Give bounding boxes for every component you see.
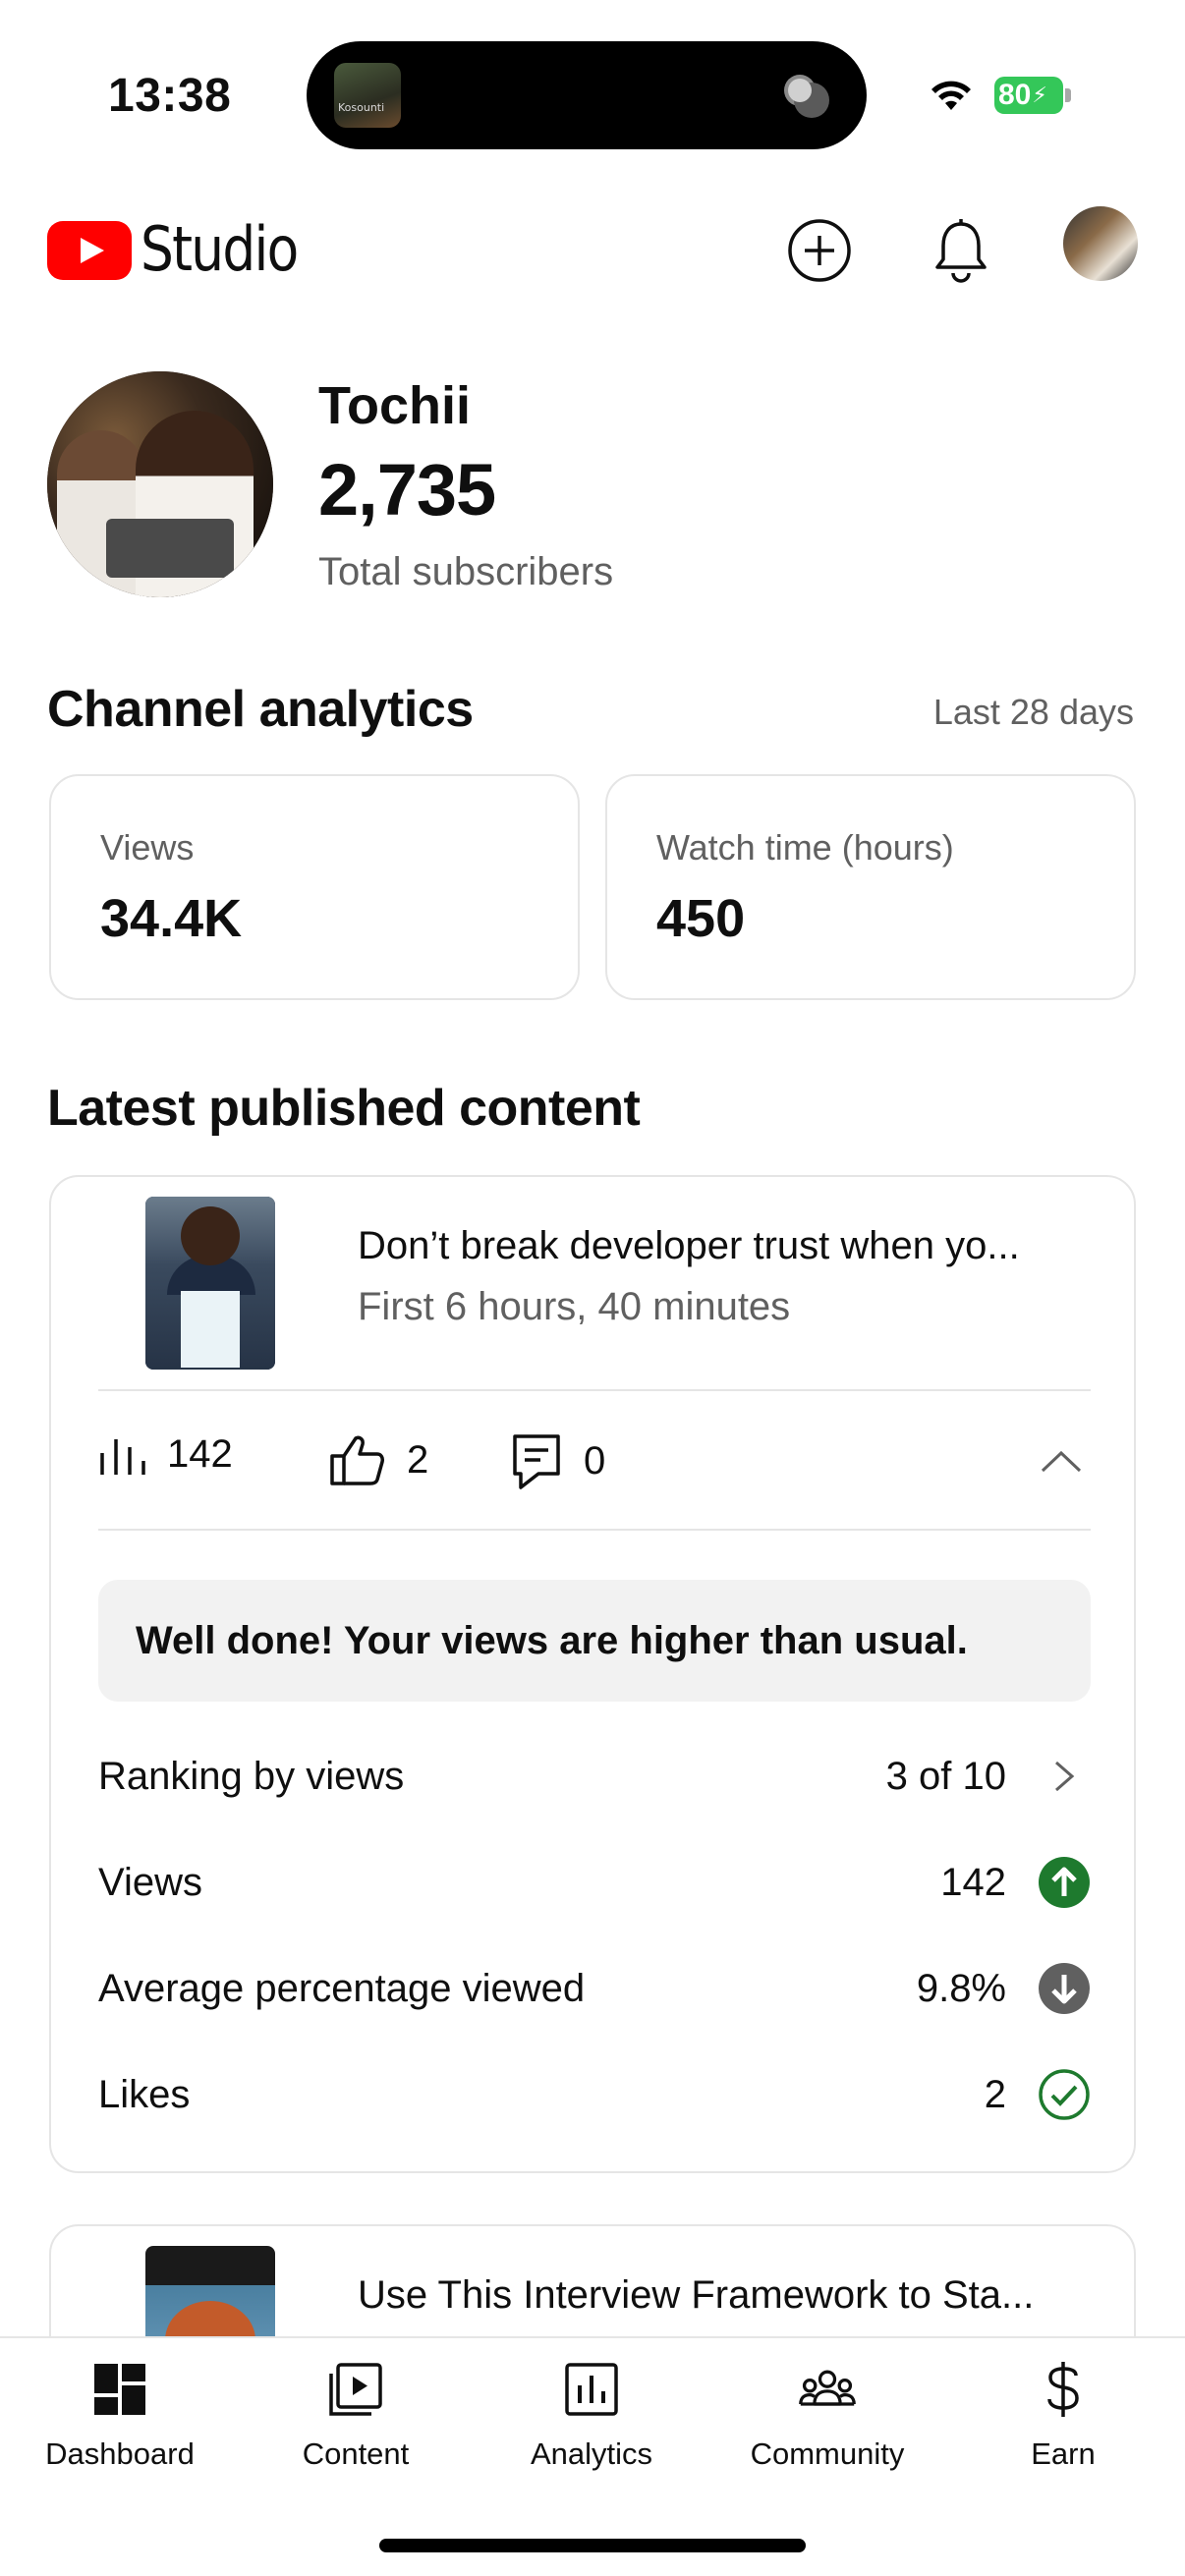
likes-count: 2 [407,1437,429,1482]
activity-icon [784,75,829,118]
divider [98,1529,1091,1531]
nav-label: Earn [1031,2436,1096,2471]
status-time: 13:38 [108,70,232,122]
comment-icon [513,1434,560,1489]
notifications-button[interactable] [924,213,998,288]
bell-icon [935,219,987,283]
create-button[interactable] [782,213,857,288]
now-playing-thumbnail[interactable]: Kosounti [334,63,401,128]
collapse-button[interactable] [1032,1432,1091,1491]
avg-percentage-row: Average percentage viewed 9.8% [98,1949,1091,2028]
channel-name: Tochii [318,376,471,435]
chevron-right-icon [1038,1750,1091,1803]
views-stat: 142 [98,1432,233,1477]
metric-label: Views [100,827,195,868]
performance-banner: Well done! Your views are higher than us… [98,1580,1091,1702]
watch-time-card[interactable]: Watch time (hours) 450 [605,774,1136,1000]
battery-level: 80 [998,79,1032,111]
comments-count: 0 [584,1438,606,1483]
views-count: 142 [167,1432,233,1476]
nav-label: Dashboard [45,2436,195,2471]
chevron-up-icon [1041,1450,1082,1473]
dynamic-island[interactable]: Kosounti [307,41,867,149]
views-card[interactable]: Views 34.4K [49,774,580,1000]
latest-content-title: Latest published content [47,1080,641,1137]
metric-value: 34.4K [100,889,243,948]
app-header: Studio [0,201,1185,300]
divider [98,1389,1091,1391]
latest-video-card[interactable]: Don’t break developer trust when yo... F… [49,1175,1136,2173]
thumbs-up-icon [330,1435,384,1485]
nav-label: Content [302,2436,410,2471]
nav-dashboard[interactable]: Dashboard [2,2360,238,2478]
arrow-down-circle-icon [1038,1962,1091,2015]
video-title[interactable]: Don’t break developer trust when yo... [358,1224,1104,1268]
likes-row: Likes 2 [98,2055,1091,2134]
nav-community[interactable]: Community [709,2360,945,2478]
bar-chart-icon [100,1438,145,1475]
detail-value: 142 [940,1860,1006,1904]
nav-earn[interactable]: Earn [945,2360,1181,2478]
account-avatar[interactable] [1063,206,1138,281]
video-stats-row: 142 2 0 [98,1413,1091,1521]
nav-content[interactable]: Content [238,2360,474,2478]
comments-stat: 0 [511,1432,605,1489]
check-circle-icon [1038,2068,1091,2121]
channel-avatar[interactable] [47,371,273,597]
metric-value: 450 [656,889,746,948]
likes-stat: 2 [328,1432,428,1487]
detail-value: 9.8% [916,1966,1006,2010]
analytics-icon [562,2360,621,2419]
detail-value: 3 of 10 [885,1754,1006,1798]
period-label: Last 28 days [932,692,1134,732]
detail-label: Average percentage viewed [98,1966,586,2010]
dollar-icon [1034,2360,1093,2419]
nav-label: Community [750,2436,905,2471]
subscriber-count: 2,735 [318,449,496,531]
ranking-row[interactable]: Ranking by views 3 of 10 [98,1737,1091,1816]
battery-indicator: 80 ⚡ [994,77,1071,114]
status-bar: 13:38 Kosounti 80 ⚡ [0,0,1185,187]
youtube-logo-icon[interactable] [47,221,132,280]
plus-circle-icon [788,219,851,282]
detail-label: Ranking by views [98,1754,405,1798]
community-icon [798,2360,857,2419]
detail-label: Views [98,1860,202,1904]
video-period: First 6 hours, 40 minutes [358,1285,791,1328]
detail-value: 2 [984,2072,1006,2116]
metric-label: Watch time (hours) [656,827,954,868]
subscriber-label: Total subscribers [318,550,614,593]
home-indicator [379,2539,806,2552]
views-row: Views 142 [98,1843,1091,1922]
arrow-up-circle-icon [1038,1856,1091,1909]
nav-label: Analytics [530,2436,653,2471]
now-playing-thumb-text: Kosounti [338,101,385,114]
dashboard-icon [90,2360,149,2419]
content-icon [326,2360,385,2419]
detail-label: Likes [98,2072,191,2116]
nav-analytics[interactable]: Analytics [474,2360,709,2478]
video-title[interactable]: Use This Interview Framework to Sta... [358,2273,1104,2318]
wifi-icon [931,81,971,110]
channel-analytics-title: Channel analytics [47,681,474,738]
video-thumbnail[interactable] [145,1197,275,1370]
app-name: Studio [141,213,299,285]
